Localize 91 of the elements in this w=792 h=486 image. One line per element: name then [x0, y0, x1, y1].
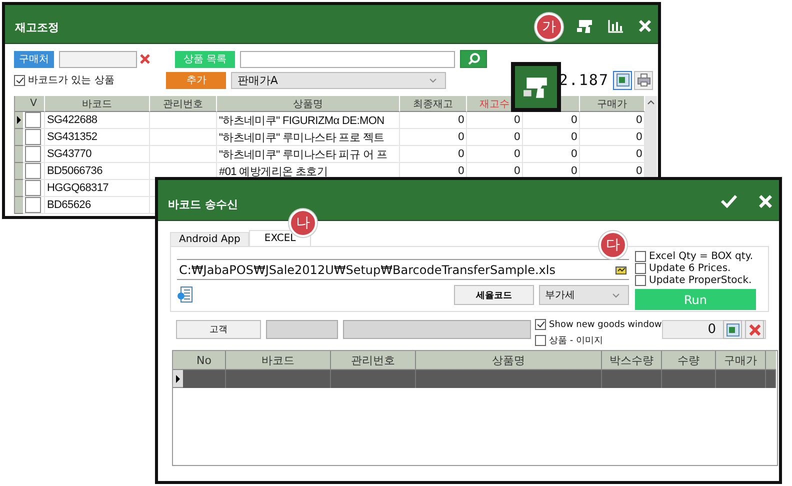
table-cell — [766, 370, 776, 388]
row-pointer-icon — [17, 116, 21, 124]
excel-icon[interactable] — [723, 320, 742, 339]
tax-code-button[interactable]: 세율코드 — [454, 285, 534, 305]
table-cell: BD5066736 — [45, 163, 150, 180]
total-value: 2.187 — [558, 71, 609, 89]
checkbox-label: 바코드가 있는 상품 — [28, 74, 114, 87]
close-icon[interactable] — [758, 194, 773, 208]
row-header[interactable] — [173, 370, 183, 388]
checkbox[interactable] — [635, 250, 646, 262]
table-cell: "하츠네미쿠" 루미나스타 피규 어 프 — [217, 146, 400, 163]
checkbox[interactable] — [14, 74, 25, 86]
table-cell — [150, 129, 217, 146]
excel-icon[interactable] — [613, 70, 632, 90]
search-button[interactable] — [460, 50, 487, 68]
clear-icon[interactable] — [139, 53, 151, 65]
row-header[interactable] — [15, 112, 23, 129]
count-value: 0 — [708, 322, 716, 337]
table-cell: BD65626 — [45, 197, 150, 214]
folder-icon[interactable] — [615, 264, 627, 276]
search-icon — [466, 52, 480, 66]
table-cell: HGGQ68317 — [45, 180, 150, 197]
table-cell: 0 — [580, 129, 645, 146]
table-cell: 0 — [467, 146, 523, 163]
checkbox-label: 상품 - 이미지 — [549, 335, 604, 347]
checkbox[interactable] — [635, 262, 646, 274]
table-cell: SG43770 — [45, 146, 150, 163]
table-cell: 0 — [400, 146, 467, 163]
row-pointer-icon — [176, 374, 180, 382]
tab[interactable]: Android App — [170, 232, 250, 246]
price-select[interactable]: 판매가A — [231, 72, 446, 88]
row-header — [173, 351, 183, 370]
customer-button[interactable]: 고객 — [176, 320, 262, 339]
table-cell: 0 — [580, 146, 645, 163]
table-cell: SG422688 — [45, 112, 150, 129]
column-header: 최종재고 — [400, 96, 467, 112]
checkbox[interactable] — [25, 163, 41, 179]
checkbox[interactable] — [635, 274, 646, 286]
table-cell — [150, 112, 217, 129]
column-header: 바코드 — [226, 351, 331, 370]
checkbox[interactable] — [25, 112, 41, 128]
column-header: 구매가 — [580, 96, 645, 112]
checkbox-label: Excel Qty = BOX qty. — [649, 250, 753, 262]
close-icon[interactable] — [638, 19, 652, 33]
checkbox[interactable] — [25, 180, 41, 196]
delete-icon[interactable] — [745, 320, 764, 339]
checkbox[interactable] — [25, 146, 41, 162]
table-cell: 0 — [523, 129, 580, 146]
table-cell: SG431352 — [45, 129, 150, 146]
checkbox-label: Update 6 Prices. — [649, 262, 731, 274]
checkbox[interactable] — [25, 129, 41, 145]
table-cell: 0 — [400, 112, 467, 129]
print-icon[interactable] — [634, 70, 653, 90]
table-cell — [662, 370, 716, 388]
checkbox-label: Show new goods window — [549, 320, 662, 330]
column-header: V — [23, 96, 45, 112]
tax-select[interactable]: 부가세 — [539, 285, 629, 305]
supplier-field[interactable] — [59, 50, 137, 68]
table-cell: 0 — [523, 146, 580, 163]
table-cell — [183, 370, 226, 388]
table-cell: "하츠네미쿠" 루미나스타 프로 젝트 — [217, 129, 400, 146]
column-header: 바코드 — [45, 96, 150, 112]
column-header: 구매가 — [716, 351, 766, 370]
column-header: 상품명 — [217, 96, 400, 112]
search-field[interactable] — [240, 50, 455, 68]
table-cell — [150, 146, 217, 163]
column-header: No — [183, 351, 226, 370]
column-header: 수량 — [662, 351, 716, 370]
checkbox-label: Update ProperStock. — [649, 274, 752, 286]
table-cell — [716, 370, 766, 388]
table-cell: 0 — [400, 129, 467, 146]
table-cell: 0 — [580, 112, 645, 129]
table-cell: "하츠네미쿠" FIGURIZMα DE:MON — [217, 112, 400, 129]
checkbox[interactable] — [535, 319, 546, 330]
window-title: 바코드 송수신 — [168, 197, 238, 212]
window-title: 재고조정 — [15, 20, 59, 35]
column-header — [766, 351, 776, 370]
column-header: 관리번호 — [331, 351, 416, 370]
scroll-up-icon[interactable] — [647, 100, 655, 105]
file-path-field[interactable]: C:₩JabaPOS₩JSale2012U₩Setup₩BarcodeTransferSample.xls — [177, 259, 629, 280]
checkbox[interactable] — [535, 335, 546, 346]
scanner-icon[interactable] — [511, 62, 561, 112]
column-header: 박스수량 — [602, 351, 662, 370]
column-header: 관리번호 — [150, 96, 217, 112]
table-cell — [602, 370, 662, 388]
help-document-icon[interactable] — [177, 286, 193, 304]
table-cell: 0 — [467, 129, 523, 146]
bar-chart-icon[interactable] — [608, 19, 624, 33]
check-icon[interactable] — [720, 194, 738, 208]
column-header: 상품명 — [416, 351, 602, 370]
checkbox[interactable] — [25, 197, 41, 213]
